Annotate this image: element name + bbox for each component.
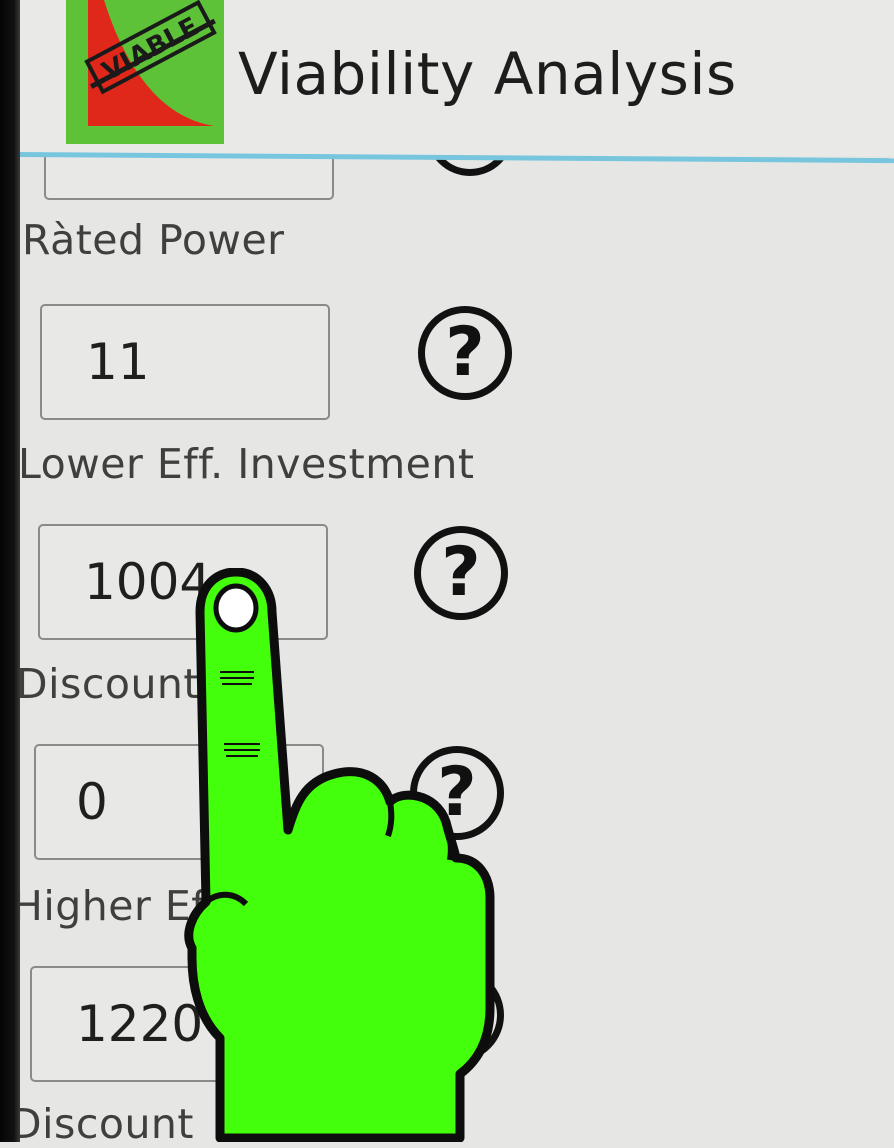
rated-power-help-icon[interactable]: ? (418, 306, 512, 400)
page-title: Viability Analysis (238, 40, 737, 108)
pointing-hand-icon (178, 567, 498, 1146)
rated-power-input[interactable]: 11 (40, 304, 330, 420)
discount-2-label: Discount (10, 1100, 194, 1148)
device-bezel (0, 0, 20, 1142)
rated-power-label: Ràted Power (22, 216, 285, 264)
app-logo[interactable]: VIABLE (66, 0, 224, 144)
discount-label: Discount (16, 660, 200, 708)
lower-eff-investment-label: Lower Eff. Investment (18, 440, 475, 488)
